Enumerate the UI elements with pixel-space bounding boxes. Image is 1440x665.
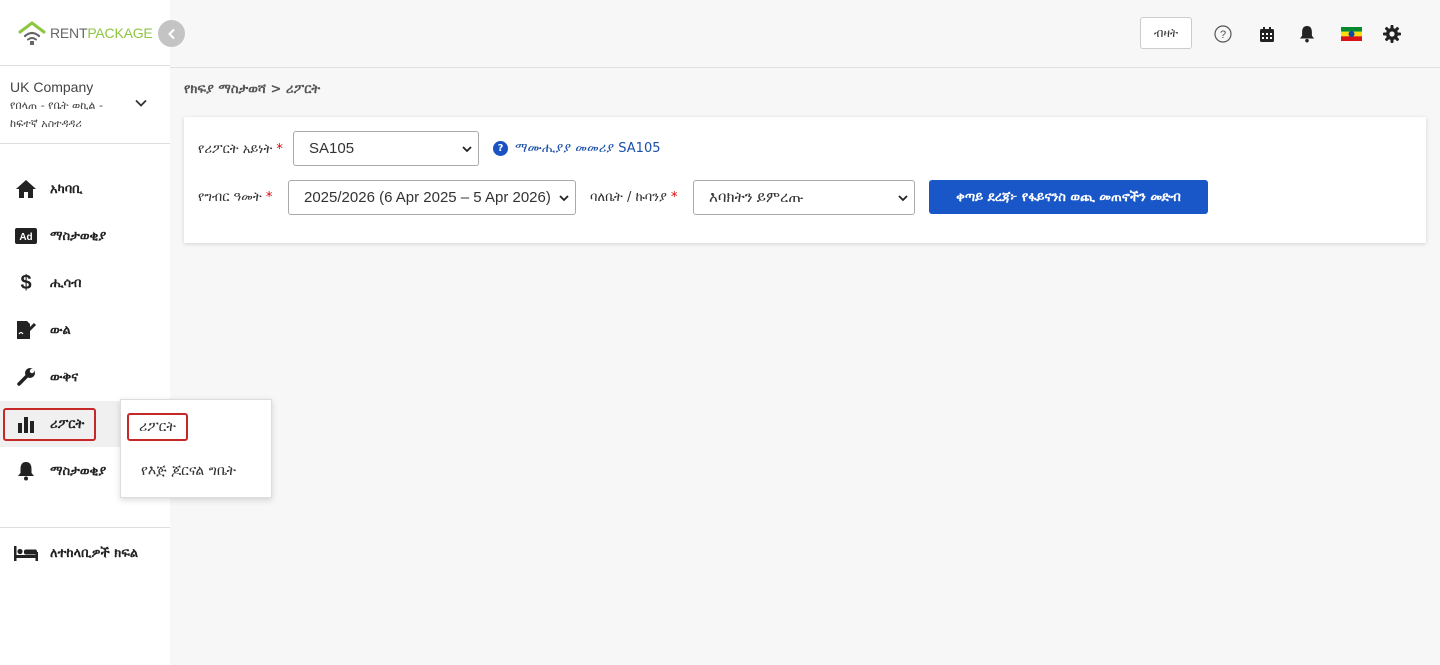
owner-value: እባክትን ይምረጡ <box>709 189 804 206</box>
bell-icon[interactable] <box>1297 24 1317 44</box>
bed-icon <box>14 541 38 565</box>
gear-icon[interactable] <box>1382 24 1402 44</box>
report-type-value: SA105 <box>309 140 355 157</box>
sidebar-item-label: አካባቢ <box>50 181 83 197</box>
top-bar: ብዛት ? <box>170 0 1440 68</box>
bar-chart-icon <box>14 412 38 436</box>
tax-year-value: 2025/2026 (6 Apr 2025 – 5 Apr 2026) <box>304 189 551 206</box>
sidebar-item-maintenance[interactable]: ውቅና <box>0 354 170 400</box>
sidebar-item-label: ሒሳብ <box>50 275 82 291</box>
breadcrumb: የክፍያ ማስታወሻ > ሪፖርት <box>184 82 321 97</box>
company-name: UK Company <box>10 79 94 95</box>
help-icon[interactable]: ? <box>1213 24 1233 44</box>
chevron-down-icon <box>135 99 147 107</box>
owner-label: ባለቤት / ኩባንያ * <box>590 190 678 205</box>
required-marker: * <box>671 190 678 205</box>
app-logo[interactable]: RENTPACKAGE <box>18 18 153 48</box>
brand-part2: PACKAGE <box>87 25 153 41</box>
sidebar-item-label: ለተከላቢዎች ክፍል <box>50 545 139 561</box>
question-icon: ? <box>493 141 508 156</box>
calendar-icon[interactable] <box>1257 24 1277 44</box>
ad-icon: Ad <box>14 224 38 248</box>
sidebar-divider <box>0 527 170 528</box>
sidebar-item-label: ውቅና <box>50 369 79 385</box>
submenu-item-journal-entry[interactable]: የእጅ ጆርናል ግቤት <box>129 458 248 484</box>
submenu-item-report[interactable]: ሪፖርት <box>127 413 188 441</box>
next-step-button[interactable]: ቀጣይ ደረጃ፦ የፋይናንስ ወጪ መጠኖችን መድብ <box>929 180 1208 214</box>
sidebar-item-label: ውል <box>50 322 71 338</box>
chevron-down-icon <box>462 146 472 153</box>
sidebar: RENTPACKAGE UK Company የበላጠ - የቤት ወኪል - … <box>0 0 170 665</box>
required-marker: * <box>276 142 283 157</box>
company-role: የበላጠ - የቤት ወኪል - ከፍተኛ አስተዳዳሪ <box>10 99 103 130</box>
report-type-label-text: የሪፖርት አይነት <box>198 142 273 157</box>
tax-year-label: የግብር ዓመት * <box>198 190 272 205</box>
sidebar-item-contract[interactable]: ውል <box>0 307 170 353</box>
help-link-text: ማሙሒያያ መመሪያ SA105 <box>515 141 661 156</box>
tax-year-label-text: የግብር ዓመት <box>198 190 262 205</box>
report-type-label: የሪፖርት አይነት * <box>198 142 283 157</box>
language-button[interactable]: ብዛት <box>1140 17 1192 49</box>
chevron-down-icon <box>898 195 908 202</box>
report-type-select[interactable]: SA105 <box>293 131 479 166</box>
report-form-card: የሪፖርት አይነት * SA105 ? ማሙሒያያ መመሪያ SA105 የግ… <box>184 117 1426 243</box>
chevron-left-icon <box>167 28 175 39</box>
tax-year-select[interactable]: 2025/2026 (6 Apr 2025 – 5 Apr 2026) <box>288 180 576 215</box>
sidebar-item-home[interactable]: አካባቢ <box>0 166 170 212</box>
help-link[interactable]: ? ማሙሒያያ መመሪያ SA105 <box>493 141 660 156</box>
wifi-house-icon <box>18 21 46 45</box>
svg-text:Ad: Ad <box>19 232 32 243</box>
reports-submenu: ሪፖርት የእጅ ጆርናል ግቤት <box>120 399 272 498</box>
sidebar-item-label: ማስታወቂያ <box>50 228 107 244</box>
dollar-icon: $ <box>20 271 32 294</box>
sidebar-item-label: ሪፖርት <box>50 416 85 432</box>
flag-icon[interactable] <box>1340 24 1362 44</box>
bell-icon <box>14 459 38 483</box>
home-icon <box>14 177 38 201</box>
required-marker: * <box>265 190 273 205</box>
owner-label-text: ባለቤት / ኩባንያ <box>590 190 667 205</box>
company-switcher[interactable]: UK Company የበላጠ - የቤት ወኪል - ከፍተኛ አስተዳዳሪ <box>0 65 170 144</box>
app-logo-text: RENTPACKAGE <box>50 25 153 41</box>
sidebar-item-ads[interactable]: Ad ማስታወቂያ <box>0 213 170 259</box>
svg-text:?: ? <box>1220 29 1226 41</box>
contract-icon <box>14 318 38 342</box>
owner-select[interactable]: እባክትን ይምረጡ <box>693 180 915 215</box>
wrench-icon <box>14 365 38 389</box>
sidebar-item-accounts[interactable]: $ ሒሳብ <box>0 260 170 306</box>
sidebar-item-label: ማስታወቂያ <box>50 463 107 479</box>
chevron-down-icon <box>559 195 569 202</box>
sidebar-item-tenants[interactable]: ለተከላቢዎች ክፍል <box>0 530 170 576</box>
collapse-sidebar-button[interactable] <box>158 20 185 47</box>
brand-part1: RENT <box>50 25 88 41</box>
